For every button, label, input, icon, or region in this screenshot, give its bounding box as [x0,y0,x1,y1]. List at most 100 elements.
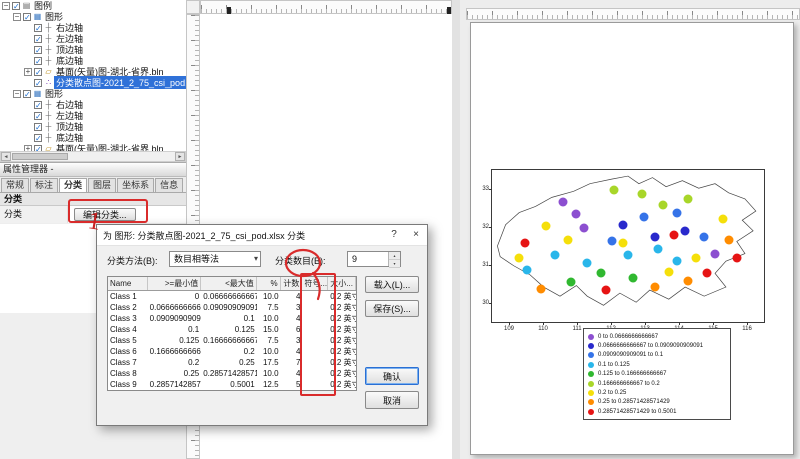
legend-entry: 0.0666666666667 to 0.0909090909091 [588,341,726,350]
load-button[interactable]: 载入(L)... [365,276,419,293]
horizontal-ruler [200,0,452,14]
collapse-icon[interactable]: − [13,90,21,98]
map-point [732,254,741,263]
table-cell: 0 [148,291,202,302]
application-window: −✓▤图例−✓▦图形✓┼右边轴✓┼左边轴✓┼顶边轴✓┼底边轴+✓▱基面(矢量)图… [0,0,800,459]
tree-item[interactable]: −✓▦图形 [0,11,186,22]
visibility-checkbox[interactable]: ✓ [34,101,42,109]
ok-button[interactable]: 确认 [365,367,419,385]
map-point [523,266,532,275]
visibility-checkbox[interactable]: ✓ [34,57,42,65]
cancel-button[interactable]: 取消 [365,391,419,409]
y-tick-label: 30 [482,300,489,306]
visibility-checkbox[interactable]: ✓ [34,46,42,54]
column-header[interactable]: >=最小值 [148,277,202,290]
tree-item[interactable]: ✓┼顶边轴 [0,121,186,132]
spin-down-icon[interactable]: ▾ [389,260,400,268]
visibility-checkbox[interactable]: ✓ [34,79,42,87]
scrollbar-thumb[interactable] [12,153,68,160]
table-cell: 7.5 [257,302,281,313]
x-tick [577,322,578,325]
map-point [651,283,660,292]
visibility-checkbox[interactable]: ✓ [34,35,42,43]
visibility-checkbox[interactable]: ✓ [12,2,20,10]
table-cell: 0.16666666667 [201,335,257,346]
map-point [683,194,692,203]
map-point [653,245,662,254]
basemap-icon: ▱ [44,67,53,76]
tab-分类[interactable]: 分类 [59,178,87,192]
tree-item[interactable]: ✓┼右边轴 [0,22,186,33]
tree-item[interactable]: ✓∴分类散点图-2021_2_75_csi_pod.xlsx [0,77,186,88]
table-cell: Class 8 [108,368,148,379]
page[interactable]: 109110111112113114115116 33323130 0 to 0… [470,22,794,455]
collapse-icon[interactable]: − [13,13,21,21]
map-point [536,284,545,293]
visibility-checkbox[interactable]: ✓ [34,68,42,76]
save-button[interactable]: 保存(S)... [365,300,419,317]
y-tick [489,189,492,190]
tab-图层[interactable]: 图层 [88,178,116,192]
layer-tree-panel: −✓▤图例−✓▦图形✓┼右边轴✓┼左边轴✓┼顶边轴✓┼底边轴+✓▱基面(矢量)图… [0,0,187,151]
map-point [618,220,627,229]
chevron-down-icon[interactable]: ▾ [254,252,258,266]
class-count-spinner[interactable]: 9 ▴ ▾ [347,251,401,267]
scroll-left-icon[interactable]: ◄ [1,152,11,161]
visibility-checkbox[interactable]: ✓ [34,123,42,131]
dialog-title: 为 图形: 分类散点图-2021_2_75_csi_pod.xlsx 分类 [97,229,383,242]
tab-标注[interactable]: 标注 [30,178,58,192]
help-icon[interactable]: ? [383,225,405,245]
tree-item[interactable]: +✓▱基面(矢量)图-湖北-省界.bln [0,143,186,151]
legend-dot [588,390,594,396]
legend-dot [588,399,594,405]
dialog-title-bar[interactable]: 为 图形: 分类散点图-2021_2_75_csi_pod.xlsx 分类 ? … [97,225,427,246]
map-legend: 0 to 0.06666666666670.0666666666667 to 0… [583,328,731,420]
close-icon[interactable]: × [405,225,427,245]
map-point [520,238,529,247]
axis-icon: ┼ [44,122,53,131]
visibility-checkbox[interactable]: ✓ [34,24,42,32]
tree-item[interactable]: ✓┼左边轴 [0,33,186,44]
collapse-icon[interactable]: − [2,2,10,10]
map-point [583,258,592,267]
spin-up-icon[interactable]: ▴ [389,252,400,260]
tree-item[interactable]: ✓┼右边轴 [0,99,186,110]
ruler-corner [186,0,200,14]
map-point [702,269,711,278]
tree-item[interactable]: −✓▦图形 [0,88,186,99]
tab-坐标系[interactable]: 坐标系 [117,178,154,192]
table-cell: 0.1 [201,313,257,324]
column-header[interactable]: <最大值 [201,277,257,290]
classify-dialog: 为 图形: 分类散点图-2021_2_75_csi_pod.xlsx 分类 ? … [96,224,428,426]
map-point [564,235,573,244]
visibility-checkbox[interactable]: ✓ [23,90,31,98]
table-cell: Class 1 [108,291,148,302]
expand-icon[interactable]: + [24,68,32,76]
tree-item-label[interactable]: 基面(矢量)图-湖北-省界.bln [54,142,166,151]
visibility-checkbox[interactable]: ✓ [34,112,42,120]
map-point [724,235,733,244]
tree-item[interactable]: ✓┼左边轴 [0,110,186,121]
method-select[interactable]: 数目相等法 ▾ [169,251,261,267]
column-header[interactable]: % [257,277,281,290]
tree-horizontal-scrollbar[interactable]: ◄ ► [0,151,186,162]
visibility-checkbox[interactable]: ✓ [23,13,31,21]
pane-divider [452,0,460,459]
table-cell: 0.09090909091 [201,302,257,313]
scroll-right-icon[interactable]: ► [175,152,185,161]
table-cell: 12.5 [257,379,281,390]
visibility-checkbox[interactable]: ✓ [34,134,42,142]
map-point [664,267,673,276]
map-point [672,257,681,266]
column-header[interactable]: Name [108,277,148,290]
tab-常规[interactable]: 常规 [1,178,29,192]
legend-entry: 0.0909090909091 to 0.1 [588,351,726,360]
legend-dot [588,334,594,340]
tree-item[interactable]: −✓▤图例 [0,0,186,11]
tab-信息[interactable]: 信息 [155,178,183,192]
map-point [618,238,627,247]
legend-dot [588,371,594,377]
tree-item[interactable]: ✓┼顶边轴 [0,44,186,55]
property-manager-title: 属性管理器 - [0,163,186,177]
tree-item-label[interactable]: 分类散点图-2021_2_75_csi_pod.xlsx [54,76,187,89]
